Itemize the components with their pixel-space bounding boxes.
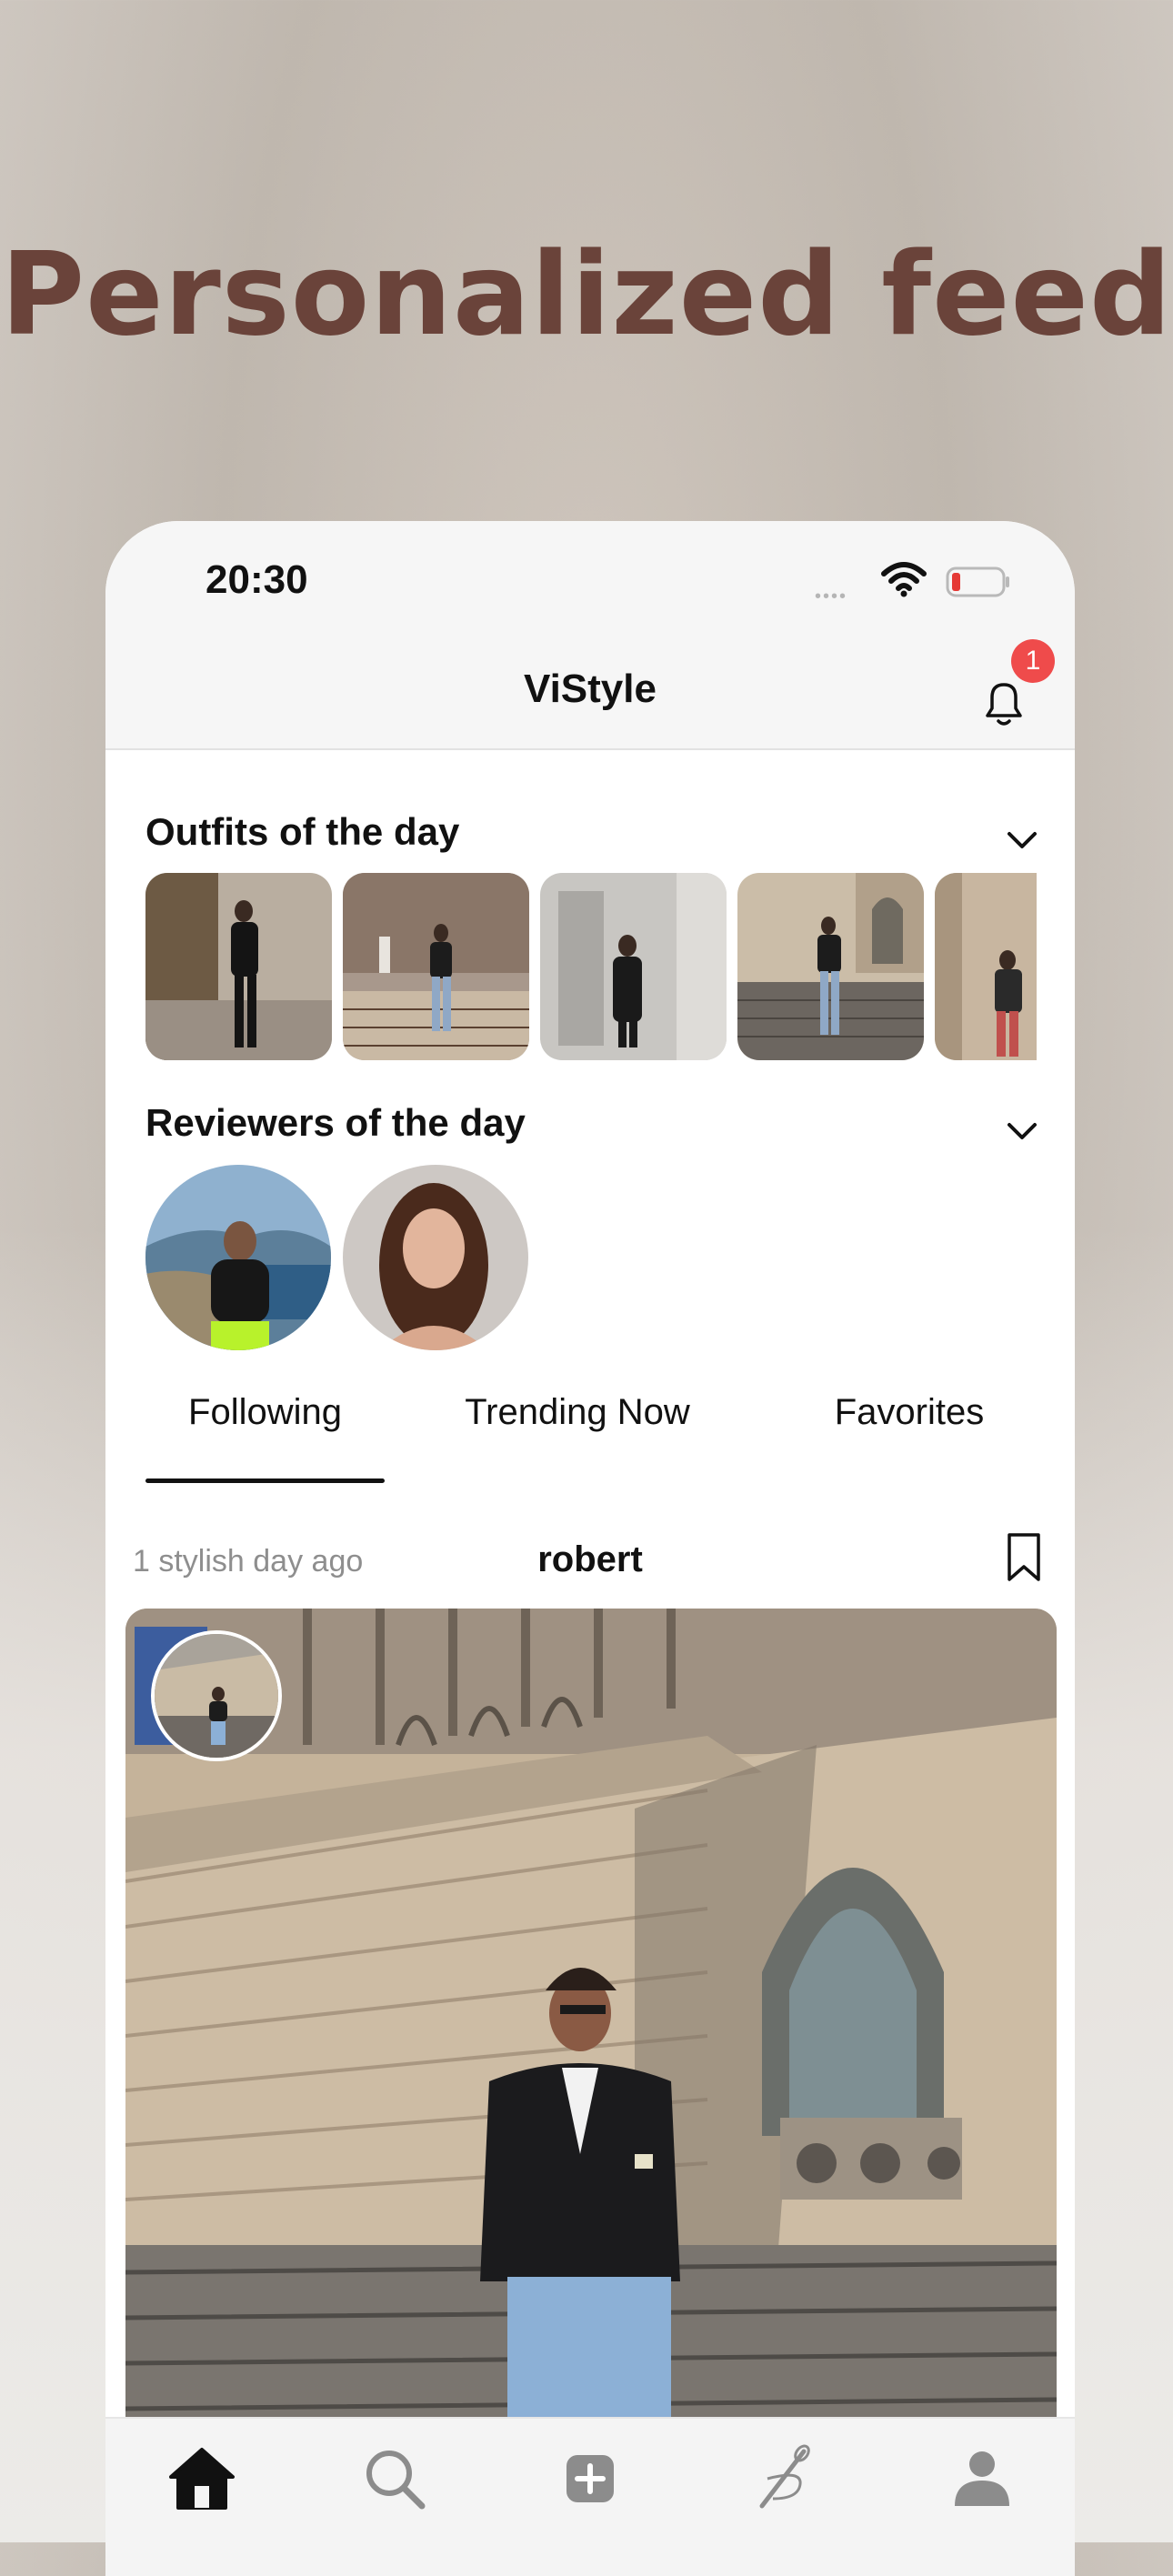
tab-trending-now[interactable]: Trending Now — [450, 1392, 705, 1433]
bell-icon[interactable] — [978, 676, 1029, 730]
post-username[interactable]: robert — [105, 1539, 1075, 1580]
outfit-thumbnail[interactable] — [935, 873, 1037, 1060]
status-bar: 20:30 •••• — [105, 521, 1075, 639]
outfit-thumbnail[interactable] — [145, 873, 332, 1060]
chevron-down-icon[interactable] — [1006, 1121, 1038, 1143]
outfit-thumbnail[interactable] — [540, 873, 727, 1060]
feed-tabs: Following Trending Now Favorites — [145, 1392, 1037, 1485]
chevron-down-icon[interactable] — [1006, 830, 1038, 852]
reviewer-avatar[interactable] — [145, 1165, 331, 1350]
tab-following[interactable]: Following — [145, 1392, 385, 1433]
reviewers-section-title: Reviewers of the day — [145, 1101, 526, 1144]
status-time: 20:30 — [206, 557, 308, 602]
post-image[interactable] — [125, 1609, 1057, 2463]
home-icon[interactable] — [165, 2442, 238, 2515]
outfits-carousel[interactable] — [145, 873, 1037, 1060]
bottom-tab-bar — [105, 2417, 1075, 2576]
post-author-avatar[interactable] — [151, 1630, 282, 1761]
outfit-thumbnail[interactable] — [737, 873, 924, 1060]
notification-badge: 1 — [1011, 639, 1055, 683]
battery-icon — [946, 566, 1009, 597]
profile-icon[interactable] — [946, 2442, 1018, 2515]
app-title: ViStyle — [524, 667, 657, 711]
signal-dots: •••• — [815, 586, 848, 606]
headline: Personalized feed — [0, 227, 1173, 361]
bookmark-icon[interactable] — [1006, 1532, 1042, 1583]
sewing-needle-icon[interactable] — [747, 2442, 820, 2515]
tab-favorites[interactable]: Favorites — [782, 1392, 1037, 1433]
add-icon[interactable] — [554, 2442, 627, 2515]
outfits-section-title: Outfits of the day — [145, 810, 460, 853]
wifi-icon — [881, 562, 927, 597]
active-tab-indicator — [145, 1478, 385, 1483]
reviewer-avatar[interactable] — [343, 1165, 528, 1350]
search-icon[interactable] — [358, 2442, 431, 2515]
top-navbar: ViStyle — [105, 639, 1075, 750]
outfit-thumbnail[interactable] — [343, 873, 529, 1060]
phone-screen: 20:30 •••• ViStyle 1 Outfits of the day — [105, 521, 1075, 2576]
